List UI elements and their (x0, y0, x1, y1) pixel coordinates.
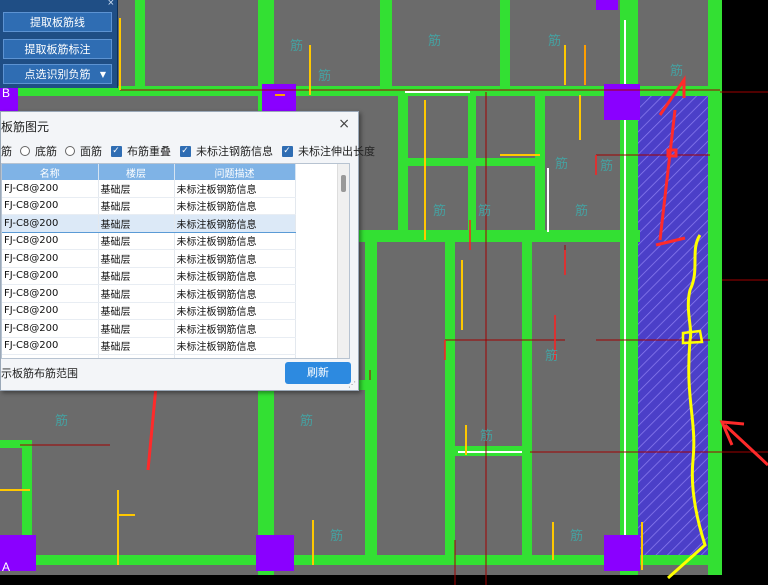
pick-identify-negative-rebar-button[interactable]: 点选识别负筋 ▼ (3, 64, 112, 84)
svg-text:筋: 筋 (428, 33, 441, 49)
checkbox-unlabeled-length[interactable]: ✓ (281, 145, 293, 157)
cell-name: FJ-C8@200 (2, 267, 99, 285)
cell-floor: 基础层 (98, 197, 175, 215)
svg-text:筋: 筋 (478, 203, 491, 219)
table-row[interactable]: FJ-C8@200基础层未标注板钢筋信息 (2, 319, 296, 338)
radio-bottom-rebar[interactable] (19, 146, 30, 156)
table-row[interactable]: FJ-C8@200基础层未标注板钢筋信息 (2, 197, 296, 215)
table-row[interactable]: FJ-C8@200基础层未标注板钢筋信息 (2, 232, 296, 250)
svg-text:筋: 筋 (548, 33, 561, 49)
table-row[interactable]: FJ-C8@200基础层未标注板钢筋信息 (2, 337, 296, 355)
dialog-close-icon[interactable]: × (338, 116, 350, 132)
resize-grip-icon[interactable]: ⋰ (348, 380, 356, 389)
cell-floor: 基础层 (98, 232, 175, 250)
cell-name: FJ-C8@200 (2, 284, 99, 303)
cell-name: FJ-C8@200 (2, 232, 99, 250)
table-row[interactable]: FJ-C8@200基础层未标注板钢筋信息 (2, 267, 296, 285)
filter-radio-3-label: 面筋 (80, 145, 102, 158)
column-header-name[interactable]: 名称 (2, 164, 99, 180)
refresh-button[interactable]: 刷新 (285, 362, 351, 384)
cell-floor: 基础层 (98, 319, 175, 338)
show-range-label[interactable]: 示板筋布筋范围 (1, 365, 78, 381)
slab-rebar-dialog: 板筋图元 × 筋 底筋 面筋 ✓ 布筋重叠 ✓ 未标注钢筋信息 ✓ 未标注伸出长… (0, 111, 375, 391)
svg-text:筋: 筋 (575, 203, 588, 219)
cell-issue: 未标注板钢筋信息 (174, 319, 296, 338)
cell-issue: 未标注板钢筋信息 (174, 232, 296, 250)
cell-issue: 未标注板钢筋信息 (174, 267, 296, 285)
cell-floor: 基础层 (98, 214, 175, 233)
cell-floor: 基础层 (98, 354, 175, 358)
cell-floor: 基础层 (98, 267, 175, 285)
radio-top-rebar[interactable] (64, 146, 75, 156)
table-row[interactable]: FJ-C8@200基础层未标注板钢筋信息 (2, 249, 296, 268)
cell-issue: 未标注板钢筋信息 (174, 180, 296, 198)
filter-check-1-label: 布筋重叠 (127, 145, 171, 158)
svg-text:筋: 筋 (318, 68, 331, 84)
cell-name: FJ-C8@200 (2, 302, 99, 320)
table-row[interactable]: FJ-C8@200基础层未标注板钢筋信息 (2, 302, 296, 320)
svg-text:筋: 筋 (300, 413, 313, 429)
cell-name: FJ-C8@200 (2, 319, 99, 338)
cell-name: FJ-C8@200 (2, 249, 99, 268)
svg-text:筋: 筋 (570, 528, 583, 544)
column-header-issue[interactable]: 问题描述 (174, 164, 296, 180)
dialog-title: 板筋图元 (1, 120, 50, 134)
filter-check-2-label: 未标注钢筋信息 (196, 145, 273, 158)
cell-name: FJ-C8@200 (2, 214, 99, 233)
cell-floor: 基础层 (98, 284, 175, 303)
dropdown-arrow-icon[interactable]: ▼ (100, 65, 106, 85)
svg-text:筋: 筋 (555, 156, 568, 172)
table-scrollbar[interactable] (337, 164, 349, 358)
cell-issue: 未标注板钢筋信息 (174, 337, 296, 355)
filter-bar: 筋 底筋 面筋 ✓ 布筋重叠 ✓ 未标注钢筋信息 ✓ 未标注伸出长度 (1, 143, 375, 159)
cell-issue: 未标注板钢筋信息 (174, 284, 296, 303)
table-row[interactable]: FJ-C8@200基础层未标注板钢筋信息 (2, 284, 296, 303)
table-row[interactable]: FJ-C8@200基础层未标注板钢筋信息 (2, 354, 296, 358)
filter-radio-1-label: 筋 (1, 145, 12, 158)
pick-identify-label: 点选识别负筋 (24, 68, 91, 81)
axis-label-b: B (2, 86, 10, 100)
cell-floor: 基础层 (98, 249, 175, 268)
column-header-floor[interactable]: 楼层 (98, 164, 175, 180)
extract-slab-rebar-label-button[interactable]: 提取板筋标注 (3, 39, 112, 59)
svg-text:筋: 筋 (480, 428, 493, 444)
table-row[interactable]: FJ-C8@200基础层未标注板钢筋信息 (2, 180, 296, 198)
table-row[interactable]: FJ-C8@200基础层未标注板钢筋信息 (2, 214, 296, 233)
checkbox-overlap[interactable]: ✓ (110, 145, 122, 157)
cell-issue: 未标注板钢筋信息 (174, 249, 296, 268)
svg-text:筋: 筋 (600, 158, 613, 174)
svg-text:筋: 筋 (330, 528, 343, 544)
filter-radio-2-label: 底筋 (35, 145, 57, 158)
cell-floor: 基础层 (98, 302, 175, 320)
issue-table[interactable]: 名称 楼层 问题描述 FJ-C8@200 基础层 未标注板钢筋信息 FJ-C8@200… (1, 163, 350, 359)
extract-slab-rebar-line-button[interactable]: 提取板筋线 (3, 12, 112, 32)
svg-text:筋: 筋 (290, 38, 303, 54)
checkbox-unlabeled-info[interactable]: ✓ (179, 145, 191, 157)
recognition-toolbar: × 提取板筋线 提取板筋标注 点选识别负筋 ▼ (0, 0, 118, 88)
svg-text:筋: 筋 (433, 203, 446, 219)
scrollbar-thumb[interactable] (341, 175, 346, 192)
svg-text:筋: 筋 (670, 63, 683, 79)
cell-issue: 未标注板钢筋信息 (174, 214, 296, 233)
cell-name: FJ-C8@200 (2, 337, 99, 355)
cell-floor: 基础层 (98, 337, 175, 355)
toolbar-close-icon[interactable]: × (108, 0, 114, 9)
cell-issue: 未标注板钢筋信息 (174, 302, 296, 320)
cell-name: FJ-C8@200 (2, 180, 99, 198)
hatched-slab (638, 92, 708, 562)
axis-label-a: A (2, 560, 10, 574)
cell-name: FJ-C8@200 (2, 354, 99, 358)
cell-issue: 未标注板钢筋信息 (174, 354, 296, 358)
svg-text:筋: 筋 (55, 413, 68, 429)
cell-floor: 基础层 (98, 180, 175, 198)
cell-issue: 未标注板钢筋信息 (174, 197, 296, 215)
cell-name: FJ-C8@200 (2, 197, 99, 215)
filter-check-3-label: 未标注伸出长度 (298, 145, 375, 158)
svg-text:筋: 筋 (545, 348, 558, 364)
